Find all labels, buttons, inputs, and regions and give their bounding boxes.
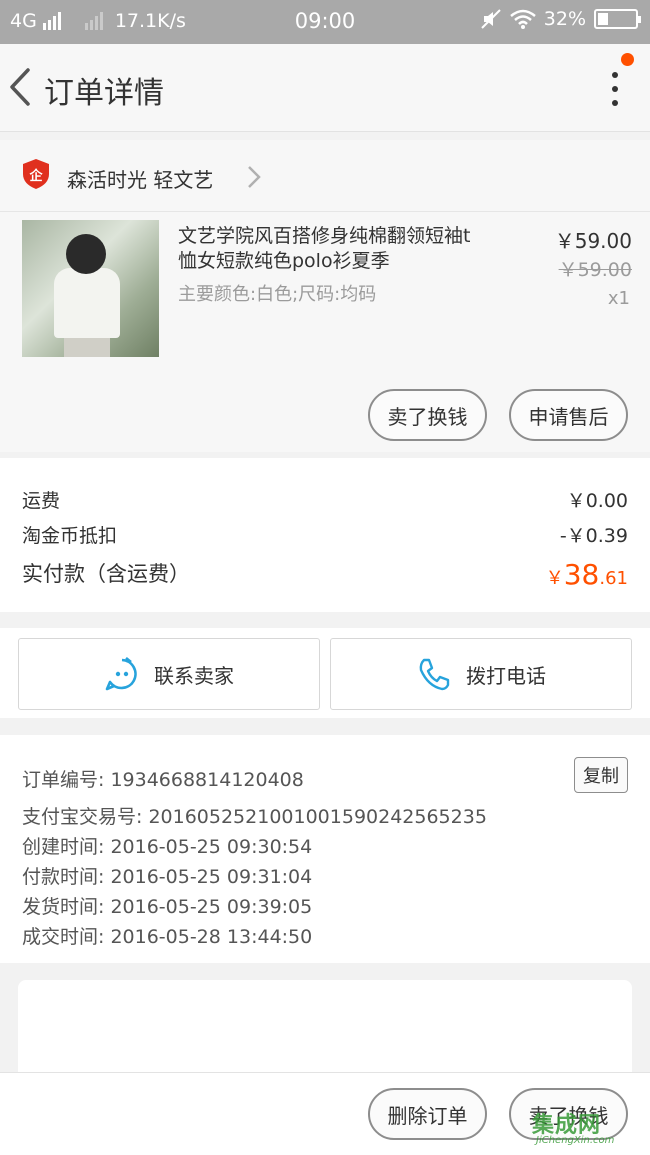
total-row: 实付款（含运费） ￥38.61 — [22, 558, 628, 591]
shipped-time: 发货时间: 2016-05-25 09:39:05 — [22, 896, 313, 918]
contact-section: 联系卖家 拨打电话 — [0, 628, 650, 718]
order-item[interactable]: 文艺学院风百搭修身纯棉翻领短袖t恤女短款纯色polo衫夏季 主要颜色:白色;尺码… — [0, 212, 650, 452]
mute-icon — [481, 9, 501, 29]
shipping-label: 运费 — [22, 490, 61, 512]
total-decimal: .61 — [599, 568, 628, 589]
battery-percent: 32% — [543, 8, 586, 30]
call-phone-label: 拨打电话 — [466, 663, 546, 688]
product-sku: 主要颜色:白色;尺码:均码 — [178, 284, 377, 305]
total-currency: ￥ — [545, 568, 564, 589]
total-integer: 38 — [563, 558, 600, 591]
shop-name: 森活时光 轻文艺 — [67, 168, 214, 192]
total-label: 实付款（含运费） — [22, 562, 190, 586]
coins-row: 淘金币抵扣 -￥0.39 — [22, 521, 628, 548]
total-value: ￥38.61 — [546, 558, 628, 591]
nav-bar: 订单详情 — [0, 44, 650, 132]
contact-seller-button[interactable]: 联系卖家 — [18, 638, 320, 710]
contact-seller-label: 联系卖家 — [154, 663, 234, 688]
order-info: 订单编号: 1934668814120408 复制 支付宝交易号: 201605… — [0, 735, 650, 963]
badge-text: 企 — [28, 168, 43, 184]
wifi-icon — [509, 9, 536, 29]
cost-summary: 运费 ￥0.00 淘金币抵扣 -￥0.39 实付款（含运费） ￥38.61 — [0, 458, 650, 612]
product-title: 文艺学院风百搭修身纯棉翻领短袖t恤女短款纯色polo衫夏季 — [178, 225, 471, 272]
created-time: 创建时间: 2016-05-25 09:30:54 — [22, 836, 313, 858]
status-bar: 4G 17.1K/s 09:00 32% — [0, 0, 650, 44]
copy-button[interactable]: 复制 — [574, 757, 628, 793]
chevron-right-icon — [248, 166, 261, 188]
page-title: 订单详情 — [44, 76, 164, 111]
back-arrow-icon[interactable] — [6, 64, 36, 110]
battery-icon — [594, 9, 641, 29]
coins-value: -￥0.39 — [559, 525, 628, 547]
enterprise-shop-icon: 企 — [23, 159, 49, 189]
product-quantity: x1 — [607, 288, 630, 309]
resell-button[interactable]: 卖了换钱 — [368, 389, 487, 441]
shipping-row: 运费 ￥0.00 — [22, 486, 628, 513]
paid-time: 付款时间: 2016-05-25 09:31:04 — [22, 866, 313, 888]
watermark-logo: 集成网 JiChengXin.com — [524, 1103, 644, 1151]
phone-icon — [419, 658, 450, 691]
watermark-url: JiChengXin.com — [536, 1135, 615, 1146]
order-number: 订单编号: 1934668814120408 — [22, 769, 304, 791]
after-sale-button[interactable]: 申请售后 — [509, 389, 628, 441]
notification-dot — [621, 53, 634, 66]
delete-order-button[interactable]: 删除订单 — [368, 1088, 487, 1140]
chat-icon — [105, 656, 137, 691]
alipay-number: 支付宝交易号: 2016052521001001590242565235 — [22, 806, 487, 828]
shop-header[interactable]: 企 森活时光 轻文艺 — [0, 140, 650, 212]
product-original-price: ￥59.00 — [558, 259, 632, 281]
product-price: ￥59.00 — [554, 229, 632, 253]
completed-time: 成交时间: 2016-05-28 13:44:50 — [22, 926, 313, 948]
more-menu-icon[interactable] — [610, 72, 620, 106]
call-phone-button[interactable]: 拨打电话 — [330, 638, 632, 710]
product-image[interactable] — [22, 220, 159, 357]
shipping-value: ￥0.00 — [566, 490, 628, 512]
status-right: 32% — [480, 8, 641, 30]
coins-label: 淘金币抵扣 — [22, 525, 118, 547]
